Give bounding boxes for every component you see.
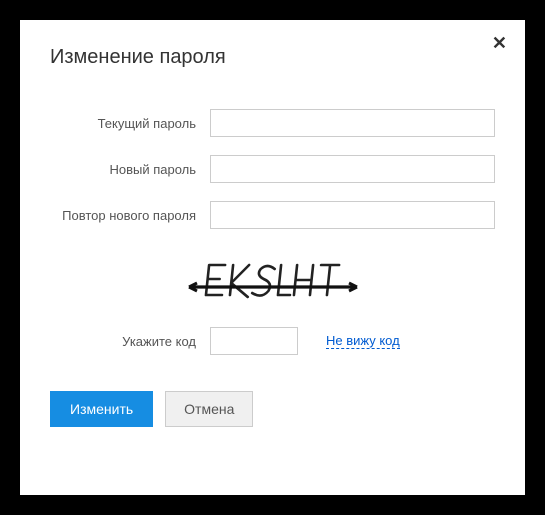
new-password-label: Новый пароль bbox=[50, 162, 210, 177]
modal-title: Изменение пароля bbox=[50, 46, 495, 69]
repeat-password-row: Повтор нового пароля bbox=[50, 201, 495, 229]
captcha-image bbox=[183, 247, 363, 313]
captcha-code-row: Укажите код Не вижу код bbox=[50, 327, 495, 355]
button-row: Изменить Отмена bbox=[50, 391, 495, 427]
current-password-label: Текущий пароль bbox=[50, 116, 210, 131]
repeat-password-label: Повтор нового пароля bbox=[50, 208, 210, 223]
new-password-input[interactable] bbox=[210, 155, 495, 183]
cancel-button[interactable]: Отмена bbox=[165, 391, 253, 427]
change-password-modal: ✕ Изменение пароля Текущий пароль Новый … bbox=[20, 20, 525, 495]
captcha-code-input[interactable] bbox=[210, 327, 298, 355]
current-password-input[interactable] bbox=[210, 109, 495, 137]
current-password-row: Текущий пароль bbox=[50, 109, 495, 137]
new-password-row: Новый пароль bbox=[50, 155, 495, 183]
captcha-refresh-link[interactable]: Не вижу код bbox=[326, 333, 400, 349]
close-icon[interactable]: ✕ bbox=[492, 34, 507, 52]
captcha-code-label: Укажите код bbox=[50, 334, 210, 349]
repeat-password-input[interactable] bbox=[210, 201, 495, 229]
captcha-container bbox=[50, 247, 495, 313]
submit-button[interactable]: Изменить bbox=[50, 391, 153, 427]
